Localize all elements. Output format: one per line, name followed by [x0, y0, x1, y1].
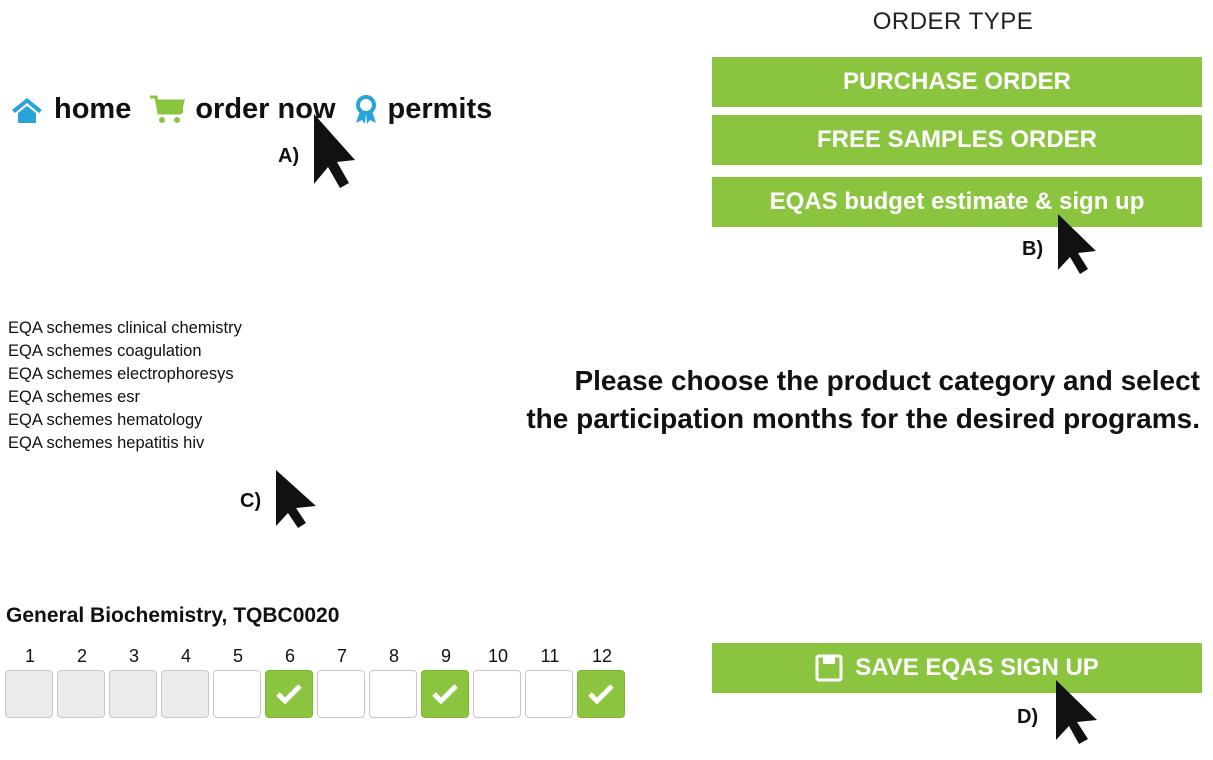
month-8: 8 [368, 646, 420, 722]
eqas-budget-estimate-button[interactable]: EQAS budget estimate & sign up [712, 177, 1202, 227]
order-type-title: ORDER TYPE [872, 8, 1034, 35]
cursor-pointer-icon [1056, 680, 1097, 744]
month-number: 1 [24, 646, 35, 666]
marker-c: C) [240, 490, 262, 512]
month-5: 5 [212, 646, 264, 722]
top-nav: home order now permits [10, 93, 510, 126]
month-checkbox[interactable] [369, 670, 417, 718]
month-checkbox [57, 670, 105, 718]
cursor-pointer-icon [314, 114, 355, 188]
month-number: 7 [336, 646, 347, 666]
month-7: 7 [316, 646, 368, 722]
month-number: 3 [128, 646, 139, 666]
category-item[interactable]: EQA schemes coagulation [8, 340, 242, 363]
month-number: 2 [76, 646, 87, 666]
month-1: 1 [4, 646, 56, 722]
home-icon [12, 97, 42, 123]
month-10: 10 [472, 646, 524, 722]
month-9: 9 [420, 646, 472, 722]
month-checkbox [161, 670, 209, 718]
nav-home[interactable]: home [10, 93, 131, 126]
save-icon [815, 654, 843, 682]
marker-a: A) [278, 145, 300, 167]
month-12: 12 [576, 646, 628, 722]
cursor-pointer-icon [1058, 214, 1096, 274]
month-checkbox[interactable] [525, 670, 573, 718]
instruction-line-1: Please choose the product category and s… [574, 365, 1200, 396]
category-item[interactable]: EQA schemes hematology [8, 409, 242, 432]
category-list: EQA schemes clinical chemistry EQA schem… [8, 317, 242, 455]
nav-home-label: home [54, 93, 132, 125]
month-number: 4 [180, 646, 191, 666]
month-number: 11 [540, 646, 560, 666]
month-checkbox[interactable] [421, 670, 469, 718]
month-6: 6 [264, 646, 316, 722]
checkmark-icon [588, 684, 614, 705]
save-eqas-sign-up-button[interactable]: SAVE EQAS SIGN UP [712, 643, 1202, 693]
award-ribbon-icon [355, 94, 376, 124]
checkmark-icon [276, 684, 302, 705]
category-item[interactable]: EQA schemes esr [8, 386, 242, 409]
cart-icon [150, 95, 186, 123]
checkmark-icon [432, 684, 458, 705]
month-checkbox [109, 670, 157, 718]
instruction-line-2: the participation months for the desired… [526, 403, 1200, 434]
month-number: 6 [284, 646, 295, 666]
month-checkbox[interactable] [317, 670, 365, 718]
category-item[interactable]: EQA schemes clinical chemistry [8, 317, 242, 340]
month-number: 9 [440, 646, 451, 666]
free-samples-order-button[interactable]: FREE SAMPLES ORDER [712, 115, 1202, 165]
month-number: 5 [232, 646, 243, 666]
month-number: 12 [591, 646, 613, 666]
purchase-order-button[interactable]: PURCHASE ORDER [712, 57, 1202, 107]
marker-b: B) [1022, 238, 1044, 260]
nav-permits[interactable]: permits [354, 93, 493, 126]
month-checkbox[interactable] [473, 670, 521, 718]
program-title: General Biochemistry, TQBC0020 [6, 604, 340, 627]
month-number: 10 [487, 646, 509, 666]
month-4: 4 [160, 646, 212, 722]
month-checkbox[interactable] [265, 670, 313, 718]
month-number: 8 [388, 646, 399, 666]
nav-permits-label: permits [387, 93, 493, 125]
nav-order-now[interactable]: order now [149, 93, 336, 126]
month-checkbox[interactable] [577, 670, 625, 718]
month-2: 2 [56, 646, 108, 722]
month-11: 11 [524, 646, 576, 722]
cursor-pointer-icon [276, 470, 316, 528]
month-3: 3 [108, 646, 160, 722]
category-item[interactable]: EQA schemes hepatitis hiv [8, 432, 242, 455]
category-item[interactable]: EQA schemes electrophoresys [8, 363, 242, 386]
marker-d: D) [1017, 706, 1039, 728]
instruction-text: Please choose the product category and s… [400, 362, 1200, 438]
month-checkbox[interactable] [213, 670, 261, 718]
month-checkbox [5, 670, 53, 718]
month-selector: 1 2 3 4 5 6 7 8 9 10 11 12 [4, 646, 628, 722]
